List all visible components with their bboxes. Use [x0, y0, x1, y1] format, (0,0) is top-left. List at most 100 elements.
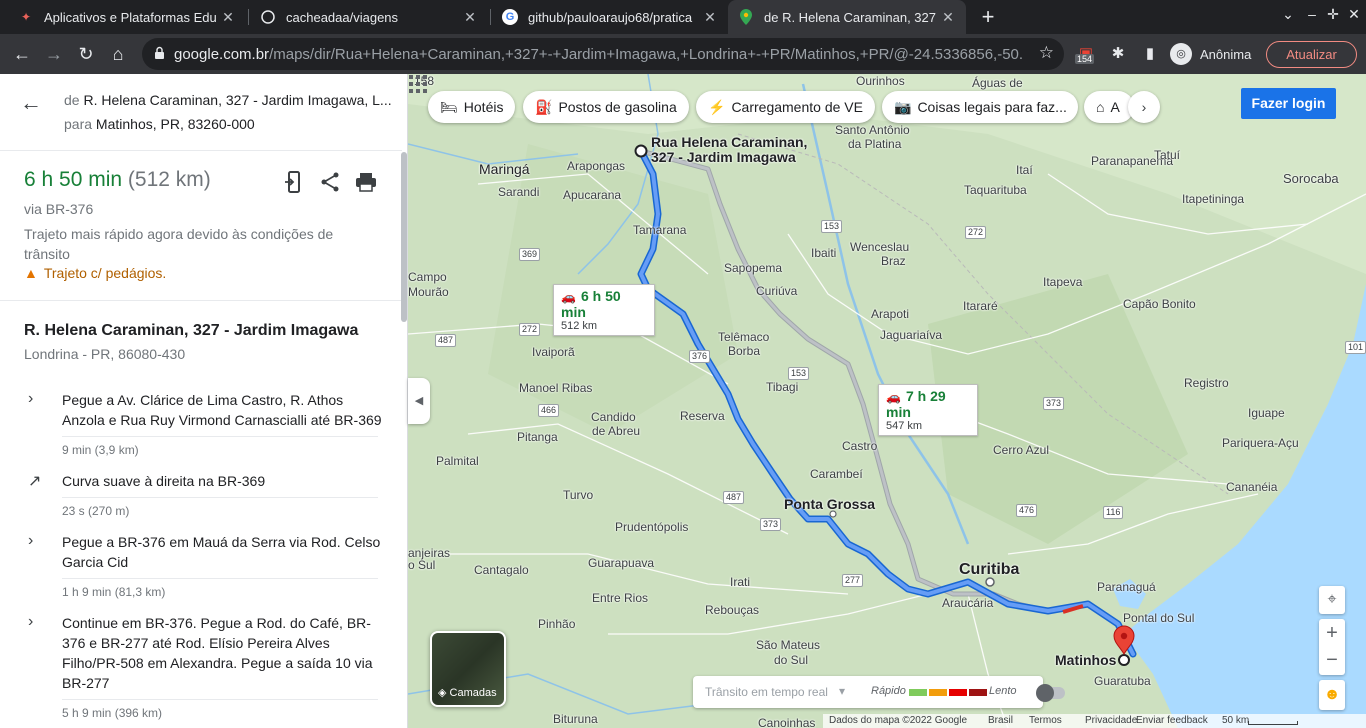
zoom-in-button[interactable]: +: [1319, 619, 1345, 647]
map-label: Paranaguá: [1097, 580, 1156, 594]
route-distance: (512 km): [127, 168, 211, 191]
road-shield: 272: [519, 323, 541, 336]
map-label: Santo Antônio: [835, 123, 910, 137]
traffic-bar-medium: [929, 689, 947, 696]
direction-step-3[interactable]: › Pegue a BR-376 em Mauá da Serra via Ro…: [0, 532, 402, 604]
divider: [0, 150, 402, 151]
map-label: Itaí: [1016, 163, 1033, 177]
maximize-window-button[interactable]: ✛: [1322, 6, 1344, 23]
collapse-panel-button[interactable]: ◀: [408, 378, 430, 424]
layers-button[interactable]: ◈ Camadas: [430, 631, 506, 707]
zoom-out-button[interactable]: −: [1319, 647, 1345, 675]
direction-step-4[interactable]: › Continue em BR-376. Pegue a Rod. do Ca…: [0, 613, 402, 725]
tab-separator: [248, 9, 249, 25]
road-shield: 272: [965, 226, 987, 239]
back-arrow-icon[interactable]: ←: [20, 90, 42, 116]
browser-tab-2[interactable]: cacheadaa/viagens ✕: [250, 0, 488, 34]
browser-tab-3[interactable]: G github/pauloaraujo68/pratica ✕: [492, 0, 728, 34]
close-tab-icon[interactable]: ✕: [702, 9, 718, 26]
attribution-terms[interactable]: Termos: [1029, 715, 1062, 726]
close-window-button[interactable]: ✕: [1343, 6, 1365, 23]
scale-label[interactable]: 50 km: [1222, 715, 1249, 726]
attribution-data: Dados do mapa ©2022 Google: [829, 715, 968, 726]
camera-icon: 📷: [894, 98, 912, 115]
forward-arrow-icon[interactable]: →: [40, 40, 68, 68]
map-label: Wenceslau: [850, 240, 910, 254]
map-label: do Sul: [774, 653, 809, 667]
maps-icon: [738, 9, 754, 25]
close-tab-icon[interactable]: ✕: [940, 9, 956, 26]
chip-ev-charging[interactable]: ⚡ Carregamento de VE: [696, 91, 875, 123]
map-label: Prudentópolis: [615, 520, 689, 534]
map-label: Rebouças: [705, 603, 760, 617]
road-shield: 376: [689, 350, 711, 363]
road-shield: 373: [760, 518, 782, 531]
map-label: Araucária: [942, 596, 994, 610]
update-button[interactable]: Atualizar: [1266, 41, 1357, 68]
address-bar[interactable]: google.com.br/maps/dir/Rua+Helena+Carami…: [142, 38, 1064, 70]
map-label: Cananéia: [1226, 480, 1278, 494]
attribution-feedback[interactable]: Enviar feedback: [1136, 715, 1208, 726]
map-label: Taquarituba: [964, 183, 1027, 197]
login-button[interactable]: Fazer login: [1241, 88, 1336, 119]
incognito-icon: ◎: [1170, 43, 1192, 65]
side-panel-icon[interactable]: ▮: [1139, 44, 1161, 66]
chip-gas-stations[interactable]: ⛽ Postos de gasolina: [523, 91, 689, 123]
traffic-select[interactable]: Trânsito em tempo real: [705, 685, 828, 699]
chevron-right-icon: ›: [28, 613, 34, 630]
road-shield: 487: [723, 491, 745, 504]
callout-distance: 547 km: [886, 420, 923, 432]
map-label: Curitiba: [959, 561, 1020, 578]
chips-next-button[interactable]: ›: [1128, 91, 1160, 123]
map-label: Ponta Grossa: [784, 496, 876, 512]
step-meta: 9 min (3,9 km): [62, 443, 139, 457]
my-location-button[interactable]: ⌖: [1319, 586, 1345, 614]
origin-waypoint[interactable]: de R. Helena Caraminan, 327 - Jardim Ima…: [64, 92, 392, 108]
map-label: Sorocaba: [1283, 171, 1339, 186]
print-icon[interactable]: [354, 170, 378, 194]
direction-step-1[interactable]: › Pegue a Av. Clárice de Lima Castro, R.…: [0, 390, 402, 460]
main-route-callout[interactable]: 🚗 6 h 50 min 512 km: [553, 284, 655, 336]
attribution-privacy[interactable]: Privacidade: [1085, 715, 1137, 726]
reload-icon[interactable]: ↻: [72, 40, 100, 68]
map-label: Guaratuba: [1094, 674, 1151, 688]
map-label: Campo: [408, 270, 447, 284]
panel-scrollbar[interactable]: [401, 152, 407, 322]
chip-more[interactable]: ⌂ A: [1084, 91, 1134, 123]
extensions-puzzle-icon[interactable]: ✱: [1107, 44, 1129, 66]
bookmark-star-icon[interactable]: ☆: [1039, 43, 1054, 63]
browser-tab-4-active[interactable]: de R. Helena Caraminan, 327 ✕: [728, 0, 966, 34]
map-label: Irati: [730, 575, 751, 589]
alt-route-callout[interactable]: 🚗 7 h 29 min 547 km: [878, 384, 978, 436]
apps-grid-icon[interactable]: [408, 74, 428, 94]
map-label: Itapeva: [1043, 275, 1083, 289]
tab-search-icon[interactable]: ⌄: [1277, 6, 1299, 23]
send-to-phone-icon[interactable]: [282, 170, 306, 194]
browser-tab-1[interactable]: ✦ Aplicativos e Plataformas Edu ✕: [8, 0, 246, 34]
pegman-icon[interactable]: ☻: [1319, 680, 1345, 710]
step-divider: [62, 436, 378, 437]
chip-things-to-do[interactable]: 📷 Coisas legais para faz...: [882, 91, 1078, 123]
home-icon[interactable]: ⌂: [104, 40, 132, 68]
share-icon[interactable]: [318, 170, 342, 194]
car-icon: 🚗: [561, 290, 576, 304]
map-label: Guarapuava: [588, 556, 655, 570]
step-text: Pegue a Av. Clárice de Lima Castro, R. A…: [62, 392, 382, 428]
map-label: Sapopema: [724, 261, 783, 275]
browser-toolbar: ← → ↻ ⌂ google.com.br/maps/dir/Rua+Helen…: [0, 34, 1366, 74]
attribution-country[interactable]: Brasil: [988, 715, 1013, 726]
back-arrow-icon[interactable]: ←: [8, 40, 36, 68]
close-tab-icon[interactable]: ✕: [462, 9, 478, 26]
minimize-window-button[interactable]: –: [1301, 6, 1323, 22]
new-tab-button[interactable]: +: [976, 4, 1000, 30]
direction-step-2[interactable]: ↗ Curva suave à direita na BR-369 23 s (…: [0, 471, 402, 523]
close-tab-icon[interactable]: ✕: [220, 9, 236, 26]
url-host: google.com.br: [174, 46, 270, 63]
chip-hotels[interactable]: 🛏 Hotéis: [428, 91, 516, 123]
profile-incognito[interactable]: ◎ Anônima: [1170, 41, 1251, 67]
road-shield: 487: [435, 334, 457, 347]
destination-waypoint[interactable]: para Matinhos, PR, 83260-000: [64, 116, 255, 132]
map-canvas[interactable]: 158 Ourinhos Águas de Santo Antônio da P…: [408, 74, 1366, 728]
traffic-toggle-knob[interactable]: [1036, 684, 1054, 702]
dropdown-arrow-icon[interactable]: ▾: [839, 684, 845, 698]
